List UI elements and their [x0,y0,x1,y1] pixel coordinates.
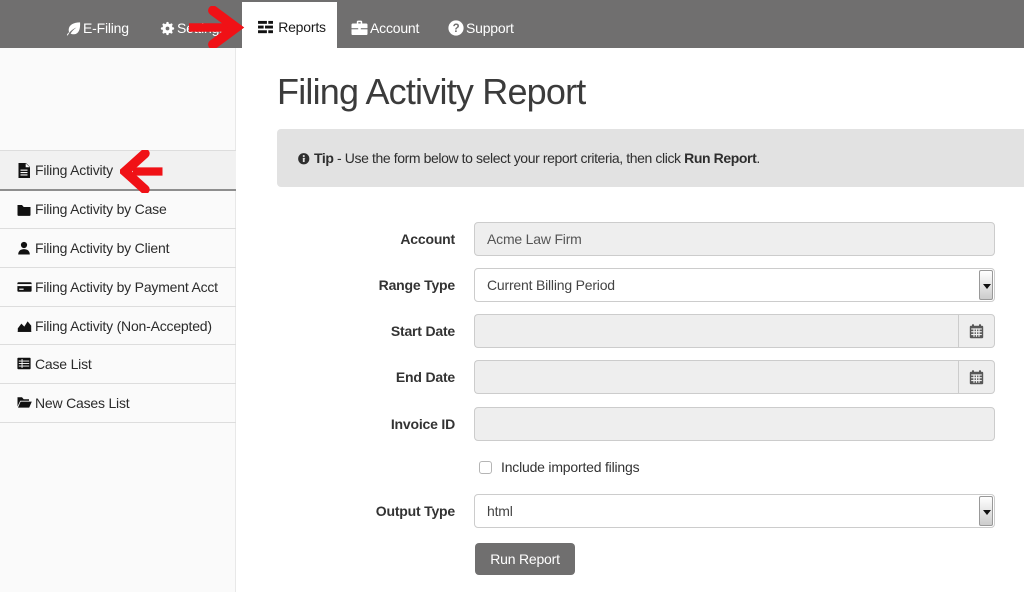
svg-text:?: ? [453,23,460,35]
